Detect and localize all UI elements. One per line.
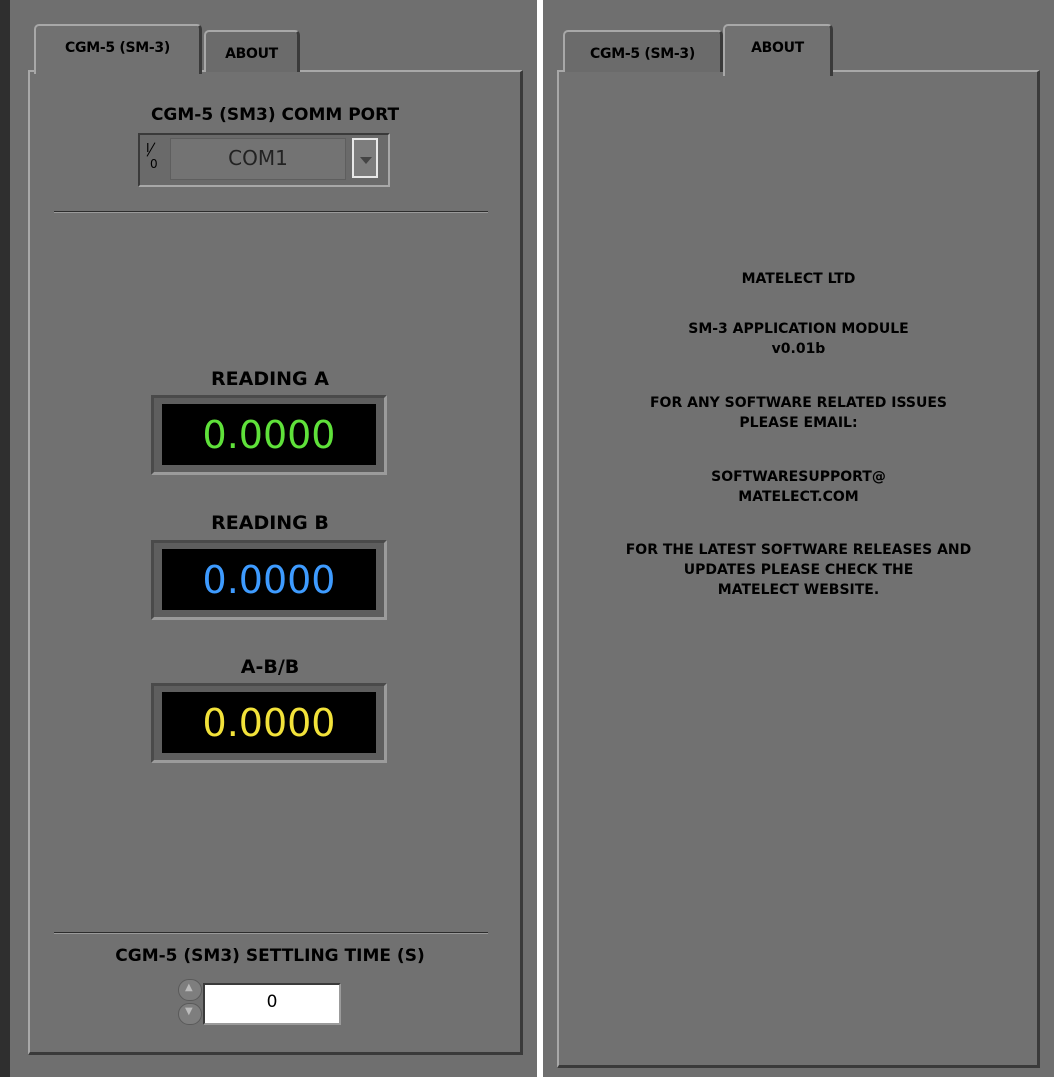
- tab-cgm5-sm3[interactable]: CGM-5 (SM-3): [34, 24, 202, 74]
- tab-about[interactable]: ABOUT: [204, 30, 300, 72]
- updates-text-3: MATELECT WEBSITE.: [717, 582, 880, 598]
- comm-port-label: CGM-5 (SM3) COMM PORT: [150, 105, 400, 125]
- tab-label: CGM-5 (SM-3): [65, 40, 170, 56]
- io-icon: I 0: [146, 141, 158, 171]
- support-text-2: PLEASE EMAIL:: [739, 415, 858, 431]
- email-line-2: MATELECT.COM: [738, 489, 859, 505]
- about-text: MATELECT LTD SM-3 APPLICATION MODULE v0.…: [557, 0, 1040, 1077]
- settling-time-input[interactable]: 0: [203, 983, 341, 1025]
- ratio-display: 0.0000: [151, 683, 387, 763]
- updates-text-1: FOR THE LATEST SOFTWARE RELEASES AND: [625, 542, 972, 558]
- reading-b-display: 0.0000: [151, 540, 387, 620]
- version: v0.01b: [771, 341, 826, 357]
- increment-button[interactable]: ▲: [178, 979, 202, 1001]
- settling-stepper[interactable]: ▲ ▼: [176, 978, 202, 1030]
- settling-time-label: CGM-5 (SM3) SETTLING TIME (S): [115, 946, 425, 966]
- support-text-1: FOR ANY SOFTWARE RELATED ISSUES: [649, 395, 948, 411]
- right-window: CGM-5 (SM-3) ABOUT MATELECT LTD SM-3 APP…: [543, 0, 1054, 1077]
- bottom-divider: [54, 932, 488, 934]
- ratio-label: A-B/B: [240, 656, 300, 678]
- reading-a-display: 0.0000: [151, 395, 387, 475]
- company-name: MATELECT LTD: [741, 271, 856, 287]
- email-line-1: SOFTWARESUPPORT@: [711, 469, 886, 485]
- top-divider: [54, 211, 488, 213]
- reading-a-label: READING A: [211, 368, 329, 390]
- reading-a-value: 0.0000: [162, 404, 376, 465]
- decrement-button[interactable]: ▼: [178, 1003, 202, 1025]
- comm-port-value: COM1: [170, 138, 346, 180]
- tab-label: ABOUT: [225, 46, 278, 62]
- reading-b-label: READING B: [211, 512, 329, 534]
- comm-port-selector[interactable]: I 0 COM1: [138, 133, 390, 187]
- chevron-down-icon[interactable]: [352, 138, 378, 178]
- module-name: SM-3 APPLICATION MODULE: [688, 321, 909, 337]
- left-window: CGM-5 (SM-3) ABOUT CGM-5 (SM3) COMM PORT…: [0, 0, 537, 1077]
- reading-b-value: 0.0000: [162, 549, 376, 610]
- ratio-value: 0.0000: [162, 692, 376, 753]
- updates-text-2: UPDATES PLEASE CHECK THE: [683, 562, 914, 578]
